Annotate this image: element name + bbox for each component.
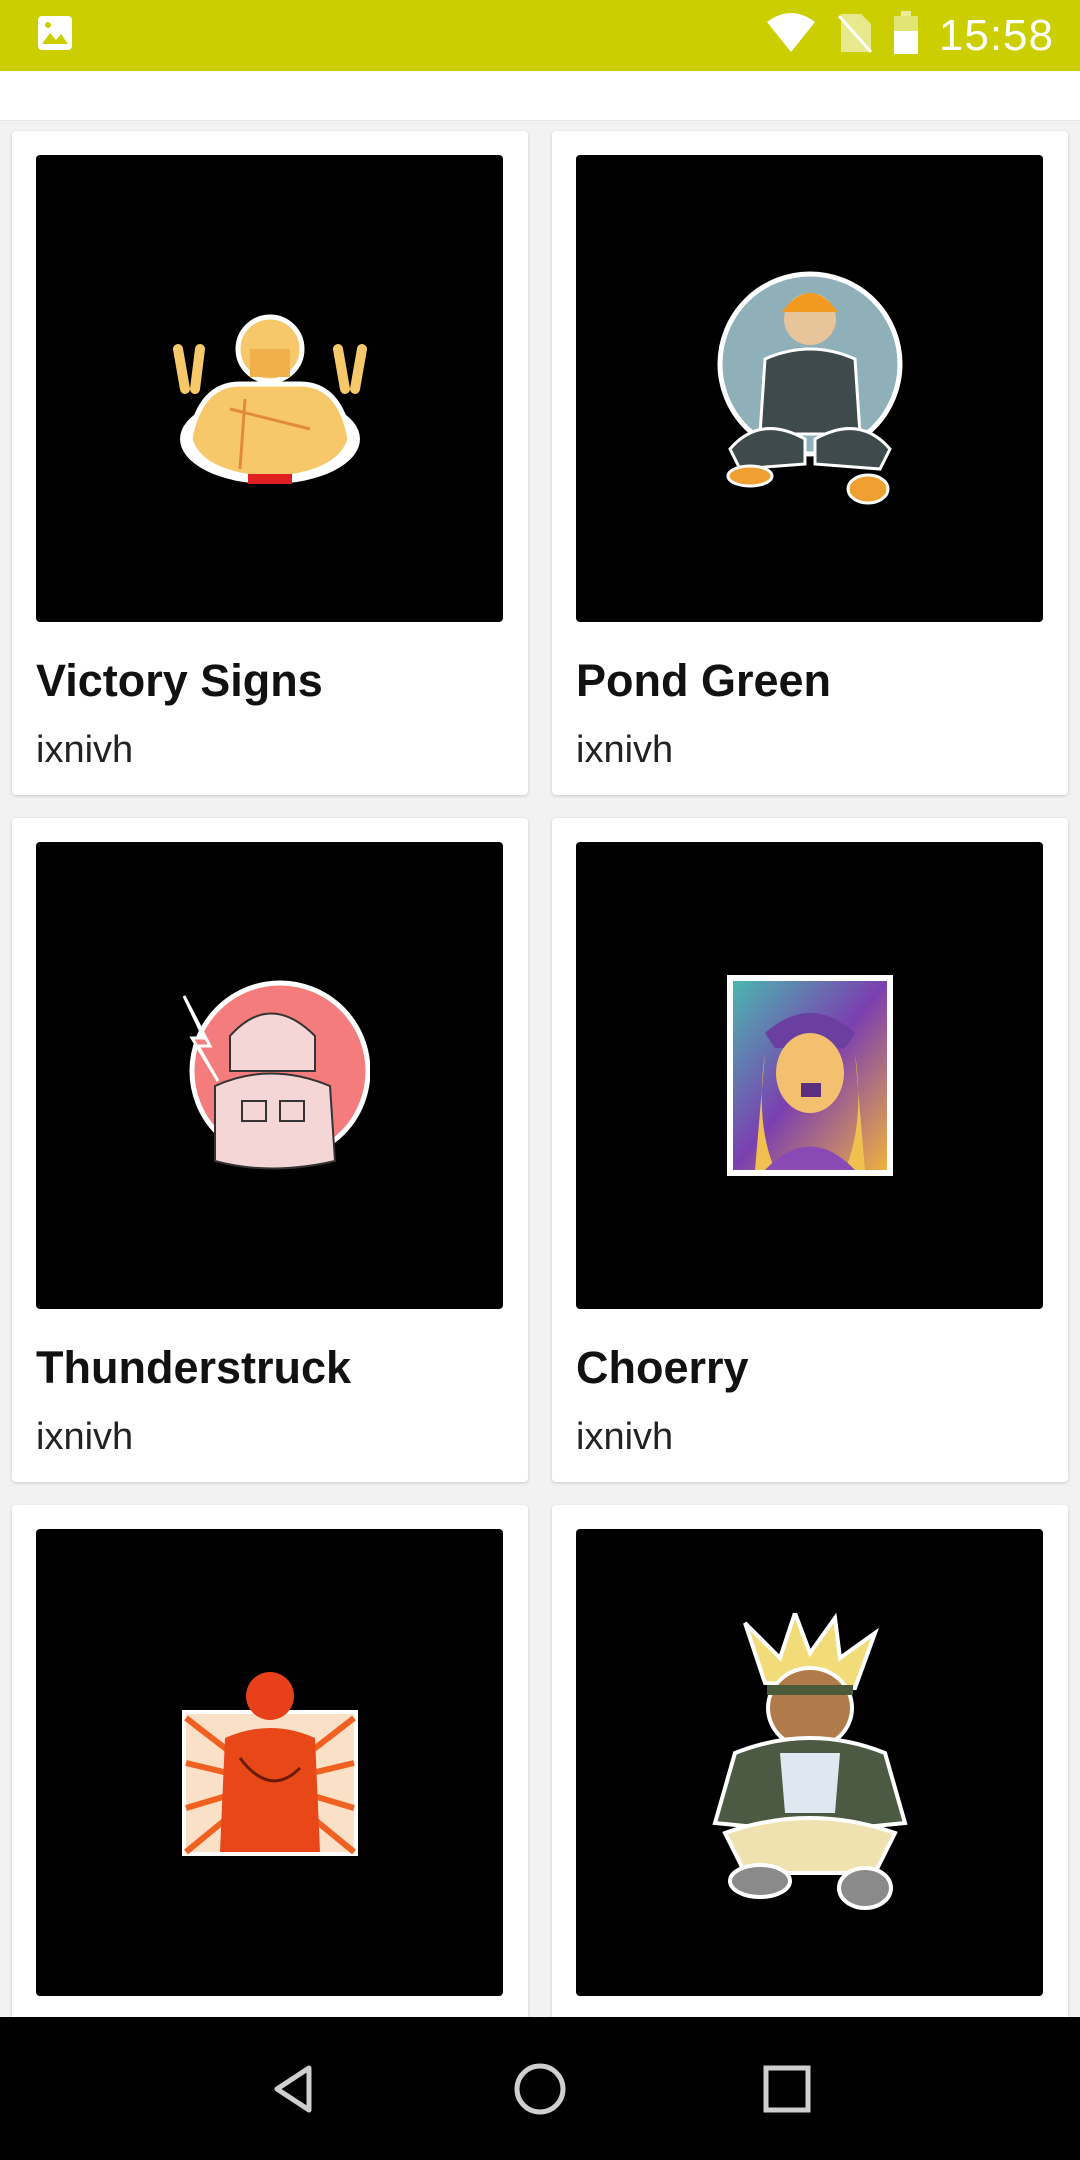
clock: 15:58: [938, 10, 1054, 60]
card-author: ixnivh: [36, 729, 134, 771]
image-icon: [36, 14, 74, 57]
card-title: Choerry: [576, 1342, 749, 1393]
card-author: ixnivh: [576, 1416, 674, 1458]
yellow-character-sticker: [172, 314, 367, 484]
orange-sunburst-sticker: [181, 1671, 358, 1856]
sticker-card[interactable]: Victory Signs ixnivh: [12, 131, 528, 795]
navigation-bar: [0, 2017, 1080, 2160]
toolbar-area: [0, 71, 1080, 121]
card-title: Pond Green: [576, 655, 832, 706]
sticker-thumbnail[interactable]: [36, 842, 503, 1309]
wifi-icon: [765, 12, 817, 59]
card-author: ixnivh: [36, 1416, 134, 1458]
sticker-card[interactable]: Choerry ixnivh: [552, 818, 1068, 1482]
card-title: Thunderstruck: [36, 1342, 352, 1393]
purple-yellow-card-sticker: [726, 975, 893, 1176]
sticker-grid[interactable]: Victory Signs ixnivh Pond Green ixnivh T…: [0, 121, 1080, 2017]
sticker-thumbnail[interactable]: [36, 155, 503, 622]
pink-circle-character-sticker: [182, 980, 370, 1169]
sticker-card[interactable]: Pond Green ixnivh: [552, 131, 1068, 795]
blue-circle-character-sticker: [717, 271, 902, 504]
card-author: ixnivh: [576, 729, 674, 771]
sticker-thumbnail[interactable]: [576, 155, 1043, 622]
home-icon: [514, 2063, 566, 2114]
back-button[interactable]: [253, 2049, 333, 2129]
recents-icon: [763, 2065, 811, 2112]
sticker-card[interactable]: Thunderstruck ixnivh: [12, 818, 528, 1482]
back-icon: [274, 2065, 312, 2112]
spiky-hair-character-sticker: [711, 1612, 908, 1910]
sticker-thumbnail[interactable]: [36, 1529, 503, 1996]
sticker-thumbnail[interactable]: [576, 1529, 1043, 1996]
status-bar: 15:58: [0, 0, 1080, 71]
battery-icon: [893, 11, 919, 60]
sticker-card[interactable]: [12, 1505, 528, 2017]
recents-button[interactable]: [747, 2049, 827, 2129]
card-title: Victory Signs: [36, 655, 323, 706]
home-button[interactable]: [500, 2049, 580, 2129]
sticker-thumbnail[interactable]: [576, 842, 1043, 1309]
no-sim-icon: [837, 12, 873, 59]
sticker-card[interactable]: [552, 1505, 1068, 2017]
